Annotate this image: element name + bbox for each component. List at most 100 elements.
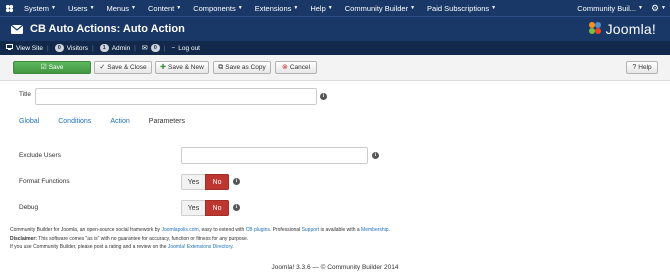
menu-users[interactable]: Users ▼ [62,4,101,13]
footer-text: . [388,227,390,233]
save-button[interactable]: ☑ Save [13,61,91,74]
menu-content[interactable]: Content ▼ [142,4,187,13]
divider: | [46,44,49,52]
membership-link[interactable]: Membership [361,227,389,233]
info-icon[interactable]: i [233,204,240,211]
jed-link[interactable]: Joomla! Extensions Directory [168,244,232,250]
tab-conditions[interactable]: Conditions [58,118,91,125]
tab-bar: Global Conditions Action Parameters [19,118,204,125]
menu-users-label: Users [67,3,88,13]
caret-down-icon: ▼ [131,5,136,11]
copy-icon: ⧉ [218,64,224,71]
caret-down-icon: ▼ [293,5,299,11]
menu-menus[interactable]: Menus ▼ [101,4,142,13]
joomla-brand: Joomla! [587,20,656,38]
logout-label: Log out [178,44,200,52]
admin-badge: 1 [99,44,109,52]
caret-down-icon: ▼ [327,5,333,11]
view-site-link[interactable]: View Site [6,44,43,52]
joomlapolis-link[interactable]: Joomlapolis.com [161,227,198,233]
admin-status: 1 Admin [99,44,131,52]
menu-help[interactable]: Help ▼ [304,4,338,13]
caret-down-icon: ▼ [638,5,643,11]
visitors-label: Visitors [66,44,88,52]
info-icon[interactable]: i [372,152,379,159]
menu-menus-label: Menus [106,3,130,13]
menu-extensions[interactable]: Extensions ▼ [249,4,305,13]
footer-text: . [232,244,234,250]
user-menu[interactable]: Community Buil... ▼ [573,4,647,13]
debug-yes[interactable]: Yes [181,200,205,216]
caret-down-icon: ▼ [237,5,243,11]
footer-line-credits: Community Builder for Joomla, an open-so… [10,226,390,235]
menu-components[interactable]: Components ▼ [187,4,248,13]
gear-icon: ⚙ [650,2,660,13]
title-bar: CB Auto Actions: Auto Action Joomla! [0,16,670,41]
save-copy-button[interactable]: ⧉ Save as Copy [213,61,271,74]
save-new-label: Save & New [168,64,204,71]
footer-notes: Community Builder for Joomla, an open-so… [10,226,390,252]
joomla-logo-icon [587,20,603,38]
info-icon[interactable]: i [320,93,327,100]
tab-parameters[interactable]: Parameters [149,118,185,125]
messages-badge: 0 [150,44,160,52]
save-close-button[interactable]: ✓ Save & Close [94,61,152,74]
menu-community-builder[interactable]: Community Builder ▼ [339,4,421,13]
caret-down-icon: ▼ [176,5,182,11]
visitors-status: 0 Visitors [54,44,88,52]
format-functions-yes[interactable]: Yes [181,174,205,190]
help-button[interactable]: ? Help [626,61,658,74]
top-menu-bar: System ▼ Users ▼ Menus ▼ Content ▼ Component… [0,0,670,16]
status-bar: View Site | 0 Visitors | 1 Admin | ✉ 0 |… [0,41,670,55]
admin-label: Admin [111,44,131,52]
main-menu: System ▼ Users ▼ Menus ▼ Content ▼ Component… [18,0,502,16]
divider: | [163,44,166,52]
menu-paid-subscriptions[interactable]: Paid Subscriptions ▼ [421,4,502,13]
save-label: Save [48,64,64,71]
minus-icon: − [171,44,176,52]
joomla-logo-text: Joomla! [605,21,656,37]
divider: | [134,44,136,52]
menu-community-builder-label: Community Builder [344,3,409,13]
exclude-users-input[interactable] [181,147,368,164]
tab-action[interactable]: Action [110,118,129,125]
user-menu-label: Community Buil... [577,3,637,13]
save-close-label: Save & Close [107,64,147,71]
messages-status[interactable]: ✉ 0 [142,44,160,52]
support-link[interactable]: Support [302,227,320,233]
view-site-label: View Site [16,44,43,52]
settings-menu[interactable]: ⚙ ▼ [647,3,670,14]
debug-toggle: Yes No [181,200,229,216]
format-functions-toggle: Yes No [181,174,229,190]
save-copy-label: Save as Copy [225,64,266,71]
title-input[interactable] [35,88,317,105]
caret-down-icon: ▼ [51,5,56,11]
check-icon: ☑ [40,64,47,71]
footer-text: Community Builder for Joomla, an open-so… [10,227,161,233]
divider: | [91,44,94,52]
joomla-icon[interactable] [0,0,18,16]
envelope-icon: ✉ [141,45,148,52]
visitors-badge: 0 [54,44,64,52]
menu-system[interactable]: System ▼ [18,4,62,13]
caret-down-icon: ▼ [89,5,95,11]
cb-plugins-link[interactable]: CB plugins [246,227,270,233]
format-functions-no[interactable]: No [205,174,229,190]
menu-components-label: Components [193,3,236,13]
logout-link[interactable]: − Log out [172,45,200,52]
tab-global[interactable]: Global [19,118,39,125]
debug-no[interactable]: No [205,200,229,216]
caret-down-icon: ▼ [491,5,497,11]
help-icon: ? [632,64,637,71]
save-new-button[interactable]: ✚ Save & New [155,61,209,74]
menu-system-label: System [24,3,50,13]
cancel-icon: ⊗ [281,64,288,71]
cancel-button[interactable]: ⊗ Cancel [275,61,317,74]
menu-help-label: Help [310,3,326,13]
info-icon[interactable]: i [233,178,240,185]
caret-down-icon: ▼ [661,5,666,11]
plus-icon: ✚ [160,64,167,71]
caret-down-icon: ▼ [410,5,416,11]
disclaimer-label: Disclaimer: [10,235,37,242]
footer-line-rating: If you use Community Builder, please pos… [10,243,390,252]
